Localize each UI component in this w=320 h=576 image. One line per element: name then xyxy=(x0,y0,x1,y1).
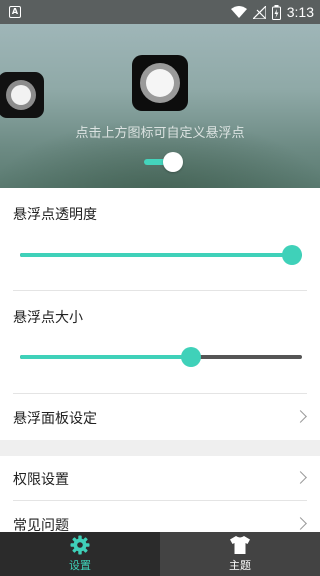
floating-dot-preview-small[interactable] xyxy=(0,72,44,118)
customize-hint: 点击上方图标可自定义悬浮点 xyxy=(75,126,245,141)
chevron-right-icon xyxy=(294,471,307,484)
status-bar: A 3:13 xyxy=(0,0,320,24)
toggle-thumb xyxy=(163,152,183,172)
section-gap xyxy=(0,440,320,456)
tab-theme[interactable]: 主题 xyxy=(160,532,320,576)
size-slider[interactable] xyxy=(20,345,302,369)
signal-off-icon xyxy=(252,5,266,19)
preview-header: 点击上方图标可自定义悬浮点 xyxy=(0,24,320,188)
tab-settings-label: 设置 xyxy=(69,559,91,572)
battery-charging-icon xyxy=(271,4,281,20)
floating-dot-toggle[interactable] xyxy=(144,150,186,174)
slider-knob[interactable] xyxy=(181,347,201,367)
app-notification-icon: A xyxy=(9,6,21,18)
floating-dot-icon xyxy=(6,80,36,110)
floating-dot-icon xyxy=(140,63,180,103)
chevron-right-icon xyxy=(294,517,307,530)
panel-settings-row[interactable]: 悬浮面板设定 xyxy=(0,394,320,440)
tab-theme-label: 主题 xyxy=(229,559,251,572)
panel-settings-label: 悬浮面板设定 xyxy=(13,411,97,427)
slider-fill xyxy=(20,253,296,257)
status-time: 3:13 xyxy=(286,4,314,20)
tab-settings[interactable]: 设置 xyxy=(0,532,160,576)
tshirt-icon xyxy=(230,536,250,554)
permissions-row[interactable]: 权限设置 xyxy=(0,456,320,500)
gear-icon xyxy=(70,535,90,555)
status-icons: 3:13 xyxy=(230,3,314,21)
slider-knob[interactable] xyxy=(282,245,302,265)
size-label: 悬浮点大小 xyxy=(13,310,83,326)
faq-row[interactable]: 常见问题 xyxy=(0,501,320,532)
floating-dot-customize-button[interactable] xyxy=(132,55,188,111)
opacity-slider[interactable] xyxy=(20,243,302,267)
permissions-label: 权限设置 xyxy=(13,472,69,488)
opacity-label: 悬浮点透明度 xyxy=(13,207,97,223)
wifi-icon xyxy=(230,6,247,18)
slider-fill xyxy=(20,355,191,359)
chevron-right-icon xyxy=(294,410,307,423)
bottom-nav: 设置 主题 xyxy=(0,532,320,576)
divider xyxy=(13,290,307,291)
faq-label: 常见问题 xyxy=(13,518,69,532)
